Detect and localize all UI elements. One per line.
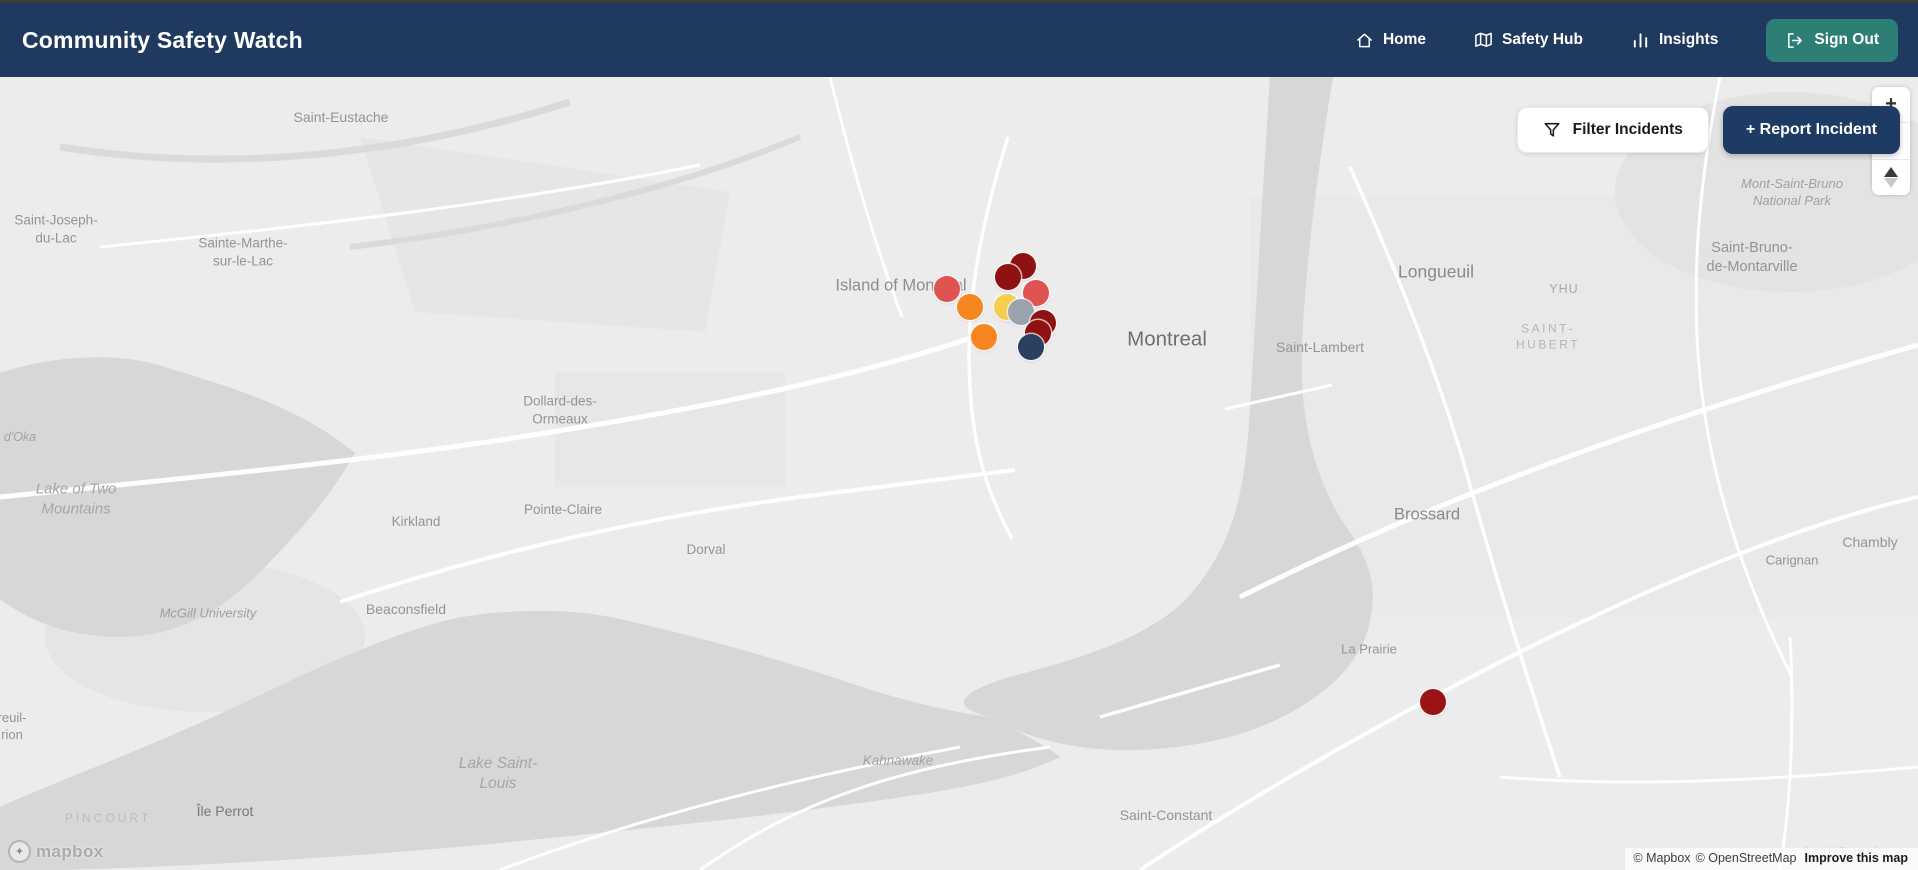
nav-item-home[interactable]: Home xyxy=(1355,31,1426,50)
report-incident-label: + Report Incident xyxy=(1745,121,1877,138)
incident-marker-dark-red[interactable] xyxy=(1420,689,1446,715)
incident-marker-dark-red[interactable] xyxy=(995,264,1021,290)
map-label-carignan: Carignan xyxy=(1765,552,1819,568)
map-attribution: © Mapbox © OpenStreetMap Improve this ma… xyxy=(1625,848,1918,870)
map-label-la-prairie: La Prairie xyxy=(1341,641,1397,657)
app-title: Community Safety Watch xyxy=(22,26,303,53)
incident-marker-orange[interactable] xyxy=(971,324,997,350)
bar-chart-icon xyxy=(1631,31,1650,50)
airport-patch xyxy=(555,372,785,487)
map-label-dollard-des-ormeaux: Dollard-des- Ormeaux xyxy=(523,393,597,426)
map-icon xyxy=(1474,31,1493,50)
map-label-lake-of-two-mountains: Lake of Two Mountains xyxy=(35,480,117,518)
funnel-icon xyxy=(1543,121,1561,139)
map-label-pointe-claire: Pointe-Claire xyxy=(523,502,603,518)
map-label-sainte-marthe-sur-le-lac: Sainte-Marthe-sur-le-Lac xyxy=(198,235,288,268)
compass-needle-south-icon xyxy=(1884,177,1898,188)
map-canvas[interactable]: Saint-Eustache Saint-Joseph-du-Lac Sainte-… xyxy=(0,77,1918,870)
map-label-dorval: Dorval xyxy=(686,542,726,558)
nav-item-insights[interactable]: Insights xyxy=(1631,31,1718,50)
mapbox-logo-text: mapbox xyxy=(36,841,104,861)
nav-item-label: Safety Hub xyxy=(1502,31,1583,48)
forest-patch xyxy=(360,137,730,332)
map-label-saint-lambert: Saint-Lambert xyxy=(1276,338,1364,355)
map-label-beaconsfield: Beaconsfield xyxy=(365,600,447,617)
map-label-kirkland: Kirkland xyxy=(391,514,441,530)
nav-item-label: Home xyxy=(1382,31,1427,48)
map-label-saint-hubert: SAINT- HUBERT xyxy=(1515,321,1581,351)
map-label-montreal: Montreal xyxy=(1127,327,1207,351)
home-icon xyxy=(1355,31,1374,50)
incident-marker-orange[interactable] xyxy=(957,294,983,320)
map-label-mont-saint-bruno-national-park: Mont-Saint-Bruno National Park xyxy=(1741,176,1843,208)
sign-out-label: Sign Out xyxy=(1814,31,1879,48)
incident-marker-navy[interactable] xyxy=(1018,334,1044,360)
map-label-saint-eustache: Saint-Eustache xyxy=(293,108,389,125)
map-label-saint-joseph-du-lac: Saint-Joseph-du-Lac xyxy=(14,212,98,245)
map-label-pincourt: PINCOURT xyxy=(64,811,152,826)
map-label-saint-bruno-de-montarville: Saint-Bruno-de-Montarville xyxy=(1706,240,1798,275)
compass-needle-north-icon xyxy=(1884,166,1898,177)
attribution-osm-link[interactable]: © OpenStreetMap xyxy=(1696,851,1797,865)
map-label-mcgill-university: McGill University xyxy=(159,605,257,621)
map-label-chambly: Chambly xyxy=(1842,533,1898,550)
attribution-mapbox-link[interactable]: © Mapbox xyxy=(1633,851,1690,865)
mapbox-logo[interactable]: ✦ mapbox xyxy=(8,840,104,863)
improve-map-link[interactable]: Improve this map xyxy=(1805,851,1909,865)
filter-incidents-label: Filter Incidents xyxy=(1572,121,1683,138)
incident-marker-red[interactable] xyxy=(934,276,960,302)
report-incident-button[interactable]: + Report Incident xyxy=(1722,106,1900,154)
sign-out-button[interactable]: Sign Out xyxy=(1766,18,1898,62)
map-label-vaudreuil-dorion: reuil-rion xyxy=(0,710,27,742)
map-label-brossard: Brossard xyxy=(1393,505,1461,524)
nav-item-safety-hub[interactable]: Safety Hub xyxy=(1474,31,1583,50)
logout-icon xyxy=(1785,31,1804,50)
map-label-yhu: YHU xyxy=(1549,281,1579,296)
map-label-lake-saint-louis: Lake Saint- Louis xyxy=(458,754,538,792)
filter-incidents-button[interactable]: Filter Incidents xyxy=(1516,107,1709,153)
nav-item-label: Insights xyxy=(1659,31,1719,48)
map-action-buttons: Filter Incidents + Report Incident xyxy=(1516,106,1900,154)
map-label-oka: d'Oka xyxy=(3,429,37,444)
mapbox-logo-icon: ✦ xyxy=(8,840,31,863)
map-label-longueuil: Longueuil xyxy=(1398,261,1474,282)
nav-links: Home Safety Hub Insights Sign Out xyxy=(1355,18,1898,62)
navbar: Community Safety Watch Home Safety Hub I… xyxy=(0,3,1918,77)
map-label-saint-constant: Saint-Constant xyxy=(1119,806,1213,823)
map-label-ile-perrot: Île Perrot xyxy=(196,802,254,819)
map-label-kahnawake: Kahnawake xyxy=(862,753,934,769)
map-base-layer xyxy=(0,77,1918,870)
compass-button[interactable] xyxy=(1872,159,1910,195)
